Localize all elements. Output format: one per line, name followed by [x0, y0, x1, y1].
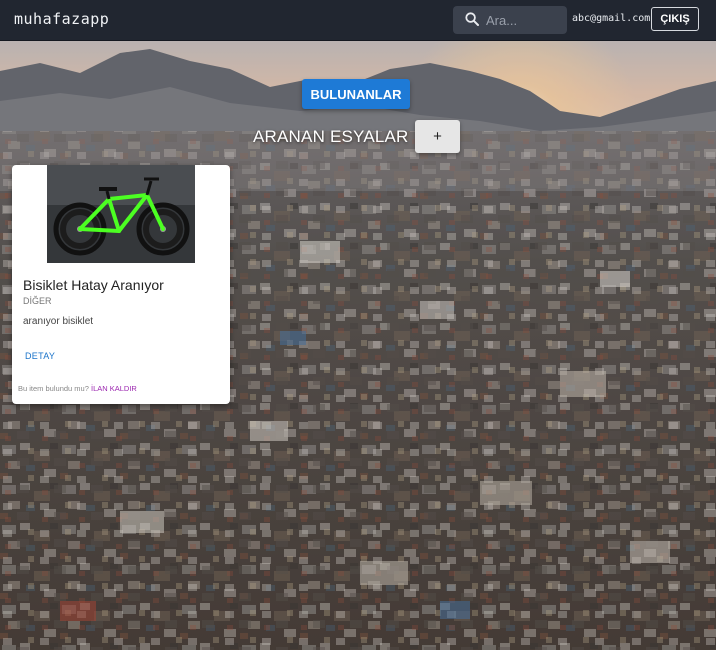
- app-logo[interactable]: muhafazapp: [14, 10, 109, 28]
- card-category: DİĞER: [23, 296, 52, 306]
- bicycle-image: [47, 165, 195, 263]
- found-items-button[interactable]: BULUNANLAR: [302, 79, 410, 109]
- item-card: Bisiklet Hatay Aranıyor DİĞER aranıyor b…: [12, 165, 230, 404]
- user-email: abc@gmail.com: [572, 13, 651, 24]
- detail-link[interactable]: DETAY: [25, 351, 55, 361]
- app-root: muhafazapp abc@gmail.com ÇIKIŞ BULUNANLA…: [0, 0, 716, 650]
- search-box[interactable]: [453, 6, 567, 34]
- section-title: ARANAN ESYALAR: [253, 127, 409, 146]
- search-input[interactable]: [486, 10, 562, 30]
- add-item-button[interactable]: +: [415, 120, 460, 153]
- card-footer: Bu item bulundu mu? İLAN KALDIR: [18, 384, 137, 393]
- logout-button[interactable]: ÇIKIŞ: [651, 7, 699, 31]
- search-icon: [465, 12, 479, 26]
- card-description: aranıyor bisiklet: [23, 316, 94, 327]
- remove-listing-link[interactable]: İLAN KALDIR: [91, 384, 137, 393]
- top-navbar: muhafazapp abc@gmail.com ÇIKIŞ: [0, 0, 716, 41]
- card-title: Bisiklet Hatay Aranıyor: [23, 277, 164, 293]
- found-question-text: Bu item bulundu mu?: [18, 384, 89, 393]
